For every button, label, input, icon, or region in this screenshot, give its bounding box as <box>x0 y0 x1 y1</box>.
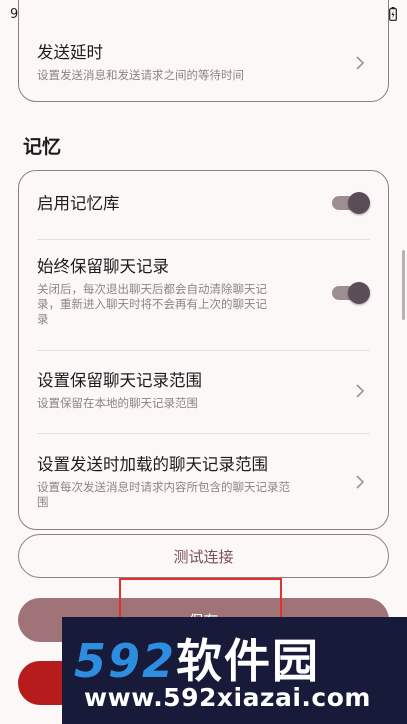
kept-history-range-subtitle: 设置保留在本地的聊天记录范围 <box>37 396 198 410</box>
watermark-url: www.592xiazai.com <box>84 683 371 712</box>
scrollbar[interactable] <box>402 250 405 320</box>
send-delay-subtitle: 设置发送消息和发送请求之间的等待时间 <box>37 68 244 82</box>
watermark-brand-number: 592 <box>74 634 177 688</box>
battery-icon <box>389 7 397 21</box>
toggle-thumb <box>348 192 370 214</box>
watermark-brand-text: 软件园 <box>176 634 321 688</box>
send-delay-item[interactable]: 发送延时 设置发送消息和发送请求之间的等待时间 <box>37 42 370 83</box>
watermark-logo: 592软件园 <box>74 625 320 691</box>
top-settings-card: 发送延时 设置发送消息和发送请求之间的等待时间 <box>18 0 389 102</box>
enable-memory-toggle[interactable] <box>332 192 370 214</box>
send-history-range-item[interactable]: 设置发送时加载的聊天记录范围 设置每次发送消息时请求内容所包含的聊天记录范 围 <box>37 454 338 510</box>
chevron-right-icon <box>356 56 365 70</box>
toggle-thumb <box>348 282 370 304</box>
watermark-banner: 592软件园 www.592xiazai.com <box>62 617 407 724</box>
test-connection-button[interactable]: 测试连接 <box>18 534 389 578</box>
keep-chat-history-toggle[interactable] <box>332 282 370 304</box>
kept-history-range-title: 设置保留聊天记录范围 <box>37 371 202 390</box>
enable-memory-item[interactable]: 启用记忆库 <box>37 193 370 215</box>
divider <box>37 350 370 351</box>
memory-settings-card: 启用记忆库 始终保留聊天记录 关闭后，每次退出聊天后都会自动清除聊天记 录，重新… <box>18 170 389 530</box>
keep-chat-history-item[interactable]: 始终保留聊天记录 关闭后，每次退出聊天后都会自动清除聊天记 录，重新进入聊天时将… <box>37 256 318 327</box>
send-history-range-subtitle: 设置每次发送消息时请求内容所包含的聊天记录范 围 <box>37 480 290 509</box>
enable-memory-title: 启用记忆库 <box>37 194 120 213</box>
keep-chat-history-subtitle: 关闭后，每次退出聊天后都会自动清除聊天记 录，重新进入聊天时将不会再有上次的聊天… <box>37 282 267 326</box>
chevron-right-icon <box>356 475 365 489</box>
send-delay-title: 发送延时 <box>37 43 103 62</box>
divider <box>37 239 370 240</box>
keep-chat-history-title: 始终保留聊天记录 <box>37 257 169 276</box>
memory-section-title: 记忆 <box>23 136 62 158</box>
divider <box>37 433 370 434</box>
chevron-right-icon <box>356 384 365 398</box>
send-history-range-title: 设置发送时加载的聊天记录范围 <box>37 455 268 474</box>
kept-history-range-item[interactable]: 设置保留聊天记录范围 设置保留在本地的聊天记录范围 <box>37 370 370 411</box>
